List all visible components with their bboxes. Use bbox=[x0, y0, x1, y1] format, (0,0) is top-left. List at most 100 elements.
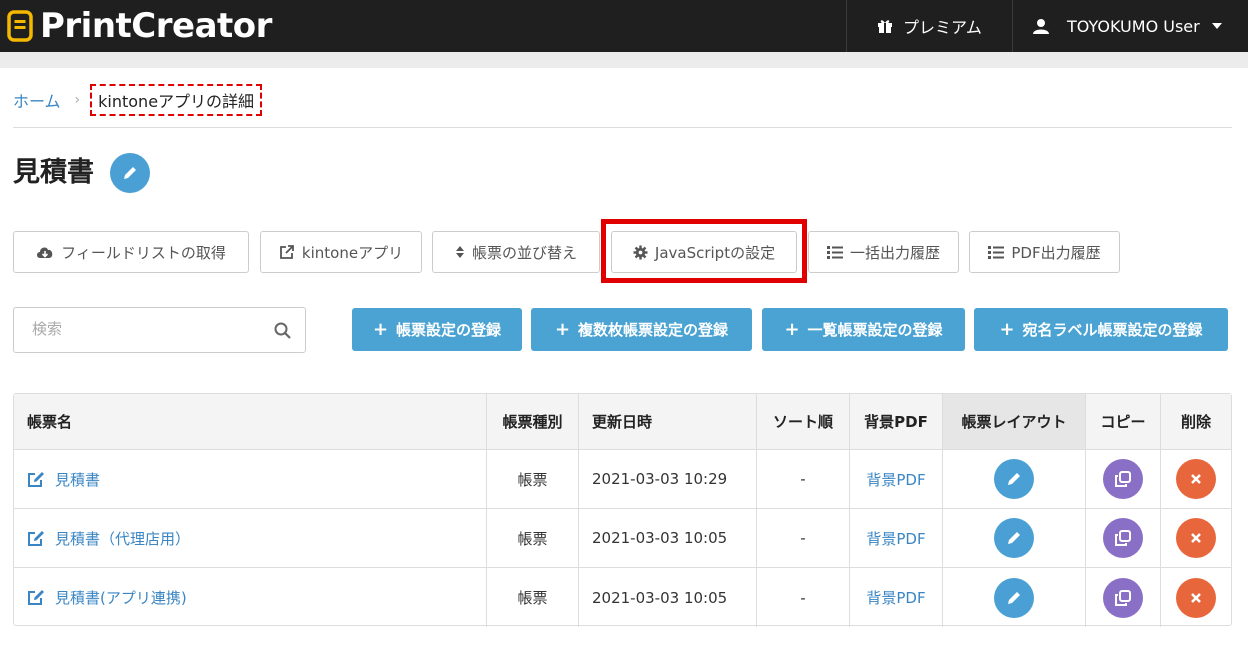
header-sort: ソート順 bbox=[757, 394, 850, 449]
search-icon[interactable] bbox=[274, 322, 291, 339]
user-menu[interactable]: TOYOKUMO User bbox=[1012, 0, 1248, 52]
pencil-icon bbox=[1008, 473, 1020, 485]
table-row: 見積書（代理店用） 帳票 2021-03-03 10:05 - 背景PDF bbox=[14, 509, 1231, 568]
form-sort: - bbox=[757, 450, 850, 508]
plus-icon: + bbox=[999, 319, 1015, 340]
sort-forms-label: 帳票の並び替え bbox=[471, 243, 577, 262]
pencil-icon bbox=[124, 167, 136, 179]
kintone-app-label: kintoneアプリ bbox=[301, 243, 404, 262]
header-layout: 帳票レイアウト bbox=[943, 394, 1086, 449]
brand-name: PrintCreator bbox=[40, 6, 272, 46]
form-name-link[interactable]: 見積書（代理店用） bbox=[27, 528, 190, 549]
delete-button[interactable] bbox=[1176, 577, 1216, 618]
pencil-icon bbox=[1008, 532, 1020, 544]
brand[interactable]: PrintCreator bbox=[0, 0, 272, 52]
form-name: 見積書（代理店用） bbox=[55, 529, 191, 548]
edit-icon bbox=[28, 471, 44, 487]
external-link-icon bbox=[280, 245, 294, 259]
breadcrumb-divider bbox=[13, 127, 1232, 128]
bulk-output-history-label: 一括出力履歴 bbox=[849, 243, 940, 262]
edit-title-button[interactable] bbox=[110, 153, 150, 193]
form-updated: 2021-03-03 10:29 bbox=[579, 450, 757, 508]
forms-table: 帳票名 帳票種別 更新日時 ソート順 背景PDF 帳票レイアウト コピー 削除 … bbox=[13, 393, 1232, 627]
bulk-output-history-button[interactable]: 一括出力履歴 bbox=[808, 231, 959, 273]
page-title: 見積書 bbox=[13, 157, 94, 188]
delete-button[interactable] bbox=[1176, 518, 1216, 558]
user-icon bbox=[1033, 19, 1049, 34]
bg-pdf-link[interactable]: 背景PDF bbox=[866, 469, 925, 490]
pencil-icon bbox=[1008, 591, 1020, 604]
form-sort: - bbox=[757, 568, 850, 627]
user-name: TOYOKUMO User bbox=[1067, 16, 1200, 36]
register-list-form-button[interactable]: + 一覧帳票設定の登録 bbox=[762, 308, 965, 351]
cloud-download-icon bbox=[37, 247, 53, 258]
top-navbar: PrintCreator プレミアム TOYOKUMO User bbox=[0, 0, 1248, 52]
header-type: 帳票種別 bbox=[487, 394, 579, 449]
bg-pdf-link[interactable]: 背景PDF bbox=[866, 528, 925, 549]
plus-icon: + bbox=[554, 319, 571, 340]
form-type: 帳票 bbox=[487, 450, 579, 508]
table-row: 見積書 帳票 2021-03-03 10:29 - 背景PDF bbox=[14, 450, 1231, 509]
form-name: 見積書 bbox=[55, 470, 101, 489]
register-list-form-label: 一覧帳票設定の登録 bbox=[807, 321, 943, 339]
document-logo-icon bbox=[7, 10, 33, 42]
edit-icon bbox=[28, 530, 44, 546]
close-icon bbox=[1191, 592, 1201, 603]
copy-button[interactable] bbox=[1103, 518, 1143, 558]
pdf-output-history-label: PDF出力履歴 bbox=[1011, 243, 1101, 262]
edit-layout-button[interactable] bbox=[994, 577, 1034, 618]
copy-button[interactable] bbox=[1103, 459, 1143, 499]
form-sort: - bbox=[757, 509, 850, 567]
form-name: 見積書(アプリ連携) bbox=[55, 589, 187, 607]
copy-icon bbox=[1115, 471, 1131, 487]
delete-button[interactable] bbox=[1176, 459, 1216, 499]
copy-icon bbox=[1115, 530, 1131, 546]
breadcrumb: ホーム › kintoneアプリの詳細 bbox=[13, 84, 263, 116]
sort-icon bbox=[455, 246, 464, 258]
kintone-app-button[interactable]: kintoneアプリ bbox=[260, 231, 422, 273]
list-icon bbox=[826, 245, 843, 259]
close-icon bbox=[1191, 533, 1201, 543]
header-updated: 更新日時 bbox=[579, 394, 757, 449]
form-type: 帳票 bbox=[487, 568, 579, 627]
register-form-button[interactable]: + 帳票設定の登録 bbox=[352, 308, 522, 351]
table-row: 見積書(アプリ連携) 帳票 2021-03-03 10:05 - 背景PDF bbox=[14, 568, 1231, 627]
fetch-field-list-button[interactable]: フィールドリストの取得 bbox=[13, 231, 249, 273]
copy-icon bbox=[1115, 589, 1131, 606]
pdf-output-history-button[interactable]: PDF出力履歴 bbox=[969, 231, 1120, 273]
register-label-form-label: 宛名ラベル帳票設定の登録 bbox=[1022, 321, 1203, 339]
form-updated: 2021-03-03 10:05 bbox=[579, 568, 757, 627]
fetch-field-list-label: フィールドリストの取得 bbox=[61, 243, 226, 262]
form-name-link[interactable]: 見積書(アプリ連携) bbox=[27, 587, 187, 608]
plus-icon: + bbox=[784, 319, 800, 340]
header-name: 帳票名 bbox=[14, 394, 487, 449]
form-name-link[interactable]: 見積書 bbox=[27, 469, 100, 490]
register-label-form-button[interactable]: + 宛名ラベル帳票設定の登録 bbox=[974, 308, 1228, 351]
plus-icon: + bbox=[372, 319, 389, 340]
form-updated: 2021-03-03 10:05 bbox=[579, 509, 757, 567]
search-input[interactable] bbox=[32, 320, 262, 338]
premium-link[interactable]: プレミアム bbox=[846, 0, 1012, 52]
list-icon bbox=[988, 245, 1005, 259]
subheader-strip bbox=[0, 52, 1248, 68]
sort-forms-button[interactable]: 帳票の並び替え bbox=[432, 231, 600, 273]
chevron-down-icon bbox=[1211, 23, 1222, 29]
header-delete: 削除 bbox=[1180, 413, 1211, 431]
edit-layout-button[interactable] bbox=[994, 459, 1034, 499]
header-bg-pdf: 背景PDF bbox=[850, 394, 943, 449]
table-header-row: 帳票名 帳票種別 更新日時 ソート順 背景PDF 帳票レイアウト コピー 削除 bbox=[14, 394, 1231, 450]
form-type: 帳票 bbox=[487, 509, 579, 567]
register-multi-form-label: 複数枚帳票設定の登録 bbox=[578, 321, 729, 339]
edit-layout-button[interactable] bbox=[994, 518, 1034, 558]
register-form-label: 帳票設定の登録 bbox=[396, 321, 502, 339]
bg-pdf-link[interactable]: 背景PDF bbox=[866, 587, 925, 608]
register-multi-form-button[interactable]: + 複数枚帳票設定の登録 bbox=[531, 308, 752, 351]
breadcrumb-separator: › bbox=[74, 92, 81, 108]
edit-icon bbox=[28, 590, 44, 605]
breadcrumb-home-link[interactable]: ホーム bbox=[13, 88, 61, 112]
copy-button[interactable] bbox=[1103, 577, 1143, 618]
highlight-box bbox=[601, 219, 807, 283]
header-copy: コピー bbox=[1086, 394, 1161, 449]
breadcrumb-current: kintoneアプリの詳細 bbox=[90, 84, 263, 116]
premium-label: プレミアム bbox=[903, 18, 982, 37]
